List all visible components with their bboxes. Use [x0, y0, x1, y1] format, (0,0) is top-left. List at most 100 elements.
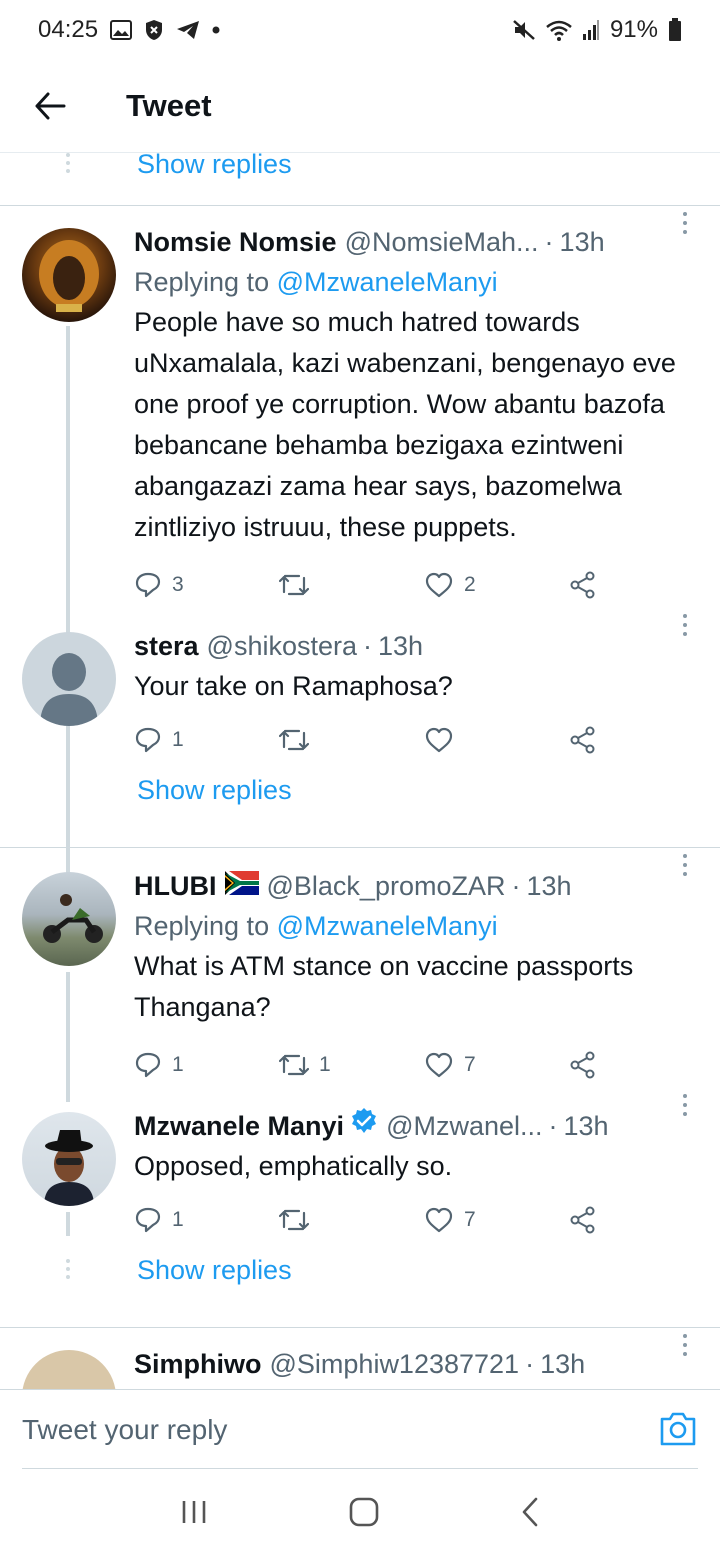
status-left: 04:25: [38, 16, 220, 44]
avatar[interactable]: [22, 228, 116, 322]
like-button[interactable]: 7: [424, 1206, 569, 1234]
retweet-button[interactable]: [279, 572, 424, 598]
arrow-left-icon: [35, 92, 66, 120]
more-options-icon[interactable]: [680, 1094, 690, 1121]
heart-icon: [425, 1207, 453, 1233]
tweet-time: 13h: [526, 871, 572, 901]
tweet[interactable]: Nomsie Nomsie @NomsieMah... · 13h Replyi…: [0, 206, 720, 874]
more-options-icon[interactable]: [680, 1334, 690, 1361]
camera-icon: [660, 1412, 696, 1445]
author-name[interactable]: stera: [134, 626, 199, 666]
chevron-left-icon: [522, 1497, 537, 1527]
reply-icon: [135, 727, 161, 753]
share-icon: [570, 726, 595, 754]
thread-dots: [66, 153, 70, 205]
tweet[interactable]: Mzwanele Manyi @Mzwanel... · 13h Opposed…: [0, 1088, 720, 1243]
replying-prefix: Replying to: [134, 267, 270, 297]
more-options-icon[interactable]: [680, 854, 690, 881]
verified-badge-icon: [350, 1106, 378, 1146]
tweet-header: stera @shikostera · 13h: [134, 626, 680, 666]
retweet-button[interactable]: [279, 1207, 424, 1233]
system-nav-bar: [0, 1469, 720, 1560]
recents-icon: [183, 1501, 206, 1523]
retweet-button[interactable]: 1: [279, 1052, 424, 1078]
gallery-icon: [110, 20, 133, 40]
author-handle[interactable]: @NomsieMah...: [345, 222, 539, 262]
shield-icon: [144, 19, 164, 41]
avatar[interactable]: [22, 632, 116, 726]
reply-count: 1: [172, 1208, 184, 1231]
reply-feed[interactable]: Show replies Nomsie Nomsie @NomsieMah...…: [0, 152, 720, 1389]
share-button[interactable]: [569, 1206, 597, 1234]
show-replies-link[interactable]: Show replies: [137, 775, 292, 806]
recent-apps-button[interactable]: [179, 1497, 209, 1532]
reply-button[interactable]: 1: [134, 1051, 279, 1079]
replying-to: Replying to @MzwaneleManyi: [134, 262, 680, 302]
reply-icon: [135, 572, 161, 598]
tweet-text: People have so much hatred towards uNxam…: [134, 307, 676, 542]
telegram-icon: [176, 20, 200, 40]
battery-percent: 91%: [609, 16, 658, 43]
avatar[interactable]: [22, 1112, 116, 1206]
camera-button[interactable]: [658, 1410, 698, 1450]
tweet[interactable]: HLUBI @Black_promoZAR · 13h Replying to …: [0, 848, 720, 1102]
mention-link[interactable]: @MzwaneleManyi: [277, 267, 498, 297]
like-button[interactable]: 7: [424, 1051, 569, 1079]
share-button[interactable]: [569, 1051, 597, 1079]
reply-icon: [135, 1207, 161, 1233]
show-replies-link[interactable]: Show replies: [137, 153, 292, 180]
thread-line: [66, 1212, 70, 1236]
tweet-time: 13h: [559, 227, 605, 257]
reply-button[interactable]: 3: [134, 571, 279, 599]
tweet-partial[interactable]: Simphiwo @Simphiw12387721 · 13h: [0, 1328, 720, 1389]
south-africa-flag-icon: [224, 866, 259, 906]
reply-input[interactable]: Tweet your reply: [22, 1414, 658, 1446]
separator-dot: ·: [511, 871, 521, 901]
author-handle[interactable]: @Simphiw12387721: [270, 1344, 520, 1384]
back-nav-button[interactable]: [519, 1496, 541, 1533]
reply-count: 1: [172, 1053, 184, 1076]
tweet[interactable]: stera @shikostera · 13h Your take on Ram…: [0, 608, 720, 763]
show-replies-link[interactable]: Show replies: [137, 1255, 292, 1286]
author-name[interactable]: Simphiwo: [134, 1344, 262, 1384]
more-options-icon[interactable]: [680, 614, 690, 641]
thread-line: [66, 972, 70, 1102]
author-handle[interactable]: @Mzwanel...: [386, 1106, 542, 1146]
avatar[interactable]: [22, 872, 116, 966]
like-button[interactable]: [424, 726, 569, 754]
reply-compose-bar: Tweet your reply: [0, 1389, 720, 1469]
reply-count: 3: [172, 573, 184, 596]
tweet-actions: 1 7: [134, 1197, 680, 1243]
signal-icon: [582, 20, 600, 40]
back-button[interactable]: [0, 60, 100, 152]
reply-button[interactable]: 1: [134, 726, 279, 754]
home-button[interactable]: [348, 1496, 380, 1533]
show-replies-row: Show replies: [0, 153, 720, 191]
tweet-time: 13h: [540, 1349, 586, 1379]
status-bar: 04:25 91%: [0, 0, 720, 60]
reply-button[interactable]: 1: [134, 1206, 279, 1234]
author-name[interactable]: HLUBI: [134, 866, 217, 906]
mute-icon: [512, 19, 536, 41]
author-handle[interactable]: @Black_promoZAR: [267, 866, 506, 906]
like-count: 7: [464, 1208, 476, 1231]
show-replies-row: Show replies: [0, 763, 720, 829]
author-name[interactable]: Mzwanele Manyi: [134, 1106, 344, 1146]
author-name[interactable]: Nomsie Nomsie: [134, 222, 337, 262]
like-count: 7: [464, 1053, 476, 1076]
thread-dots: [66, 1259, 70, 1325]
share-button[interactable]: [569, 726, 597, 754]
like-button[interactable]: 2: [424, 571, 569, 599]
avatar[interactable]: [22, 1350, 116, 1389]
retweet-icon: [279, 1209, 309, 1231]
share-button[interactable]: [569, 571, 597, 599]
retweet-button[interactable]: [279, 727, 424, 753]
author-handle[interactable]: @shikostera: [207, 626, 357, 666]
mention-link[interactable]: @MzwaneleManyi: [277, 911, 498, 941]
default-avatar-icon: [40, 653, 98, 726]
tweet-actions: 3 2: [134, 562, 680, 608]
share-icon: [570, 571, 595, 599]
more-options-icon[interactable]: [680, 212, 690, 239]
thread-line: [66, 732, 70, 756]
tweet-text: Opposed, emphatically so.: [134, 1151, 453, 1181]
